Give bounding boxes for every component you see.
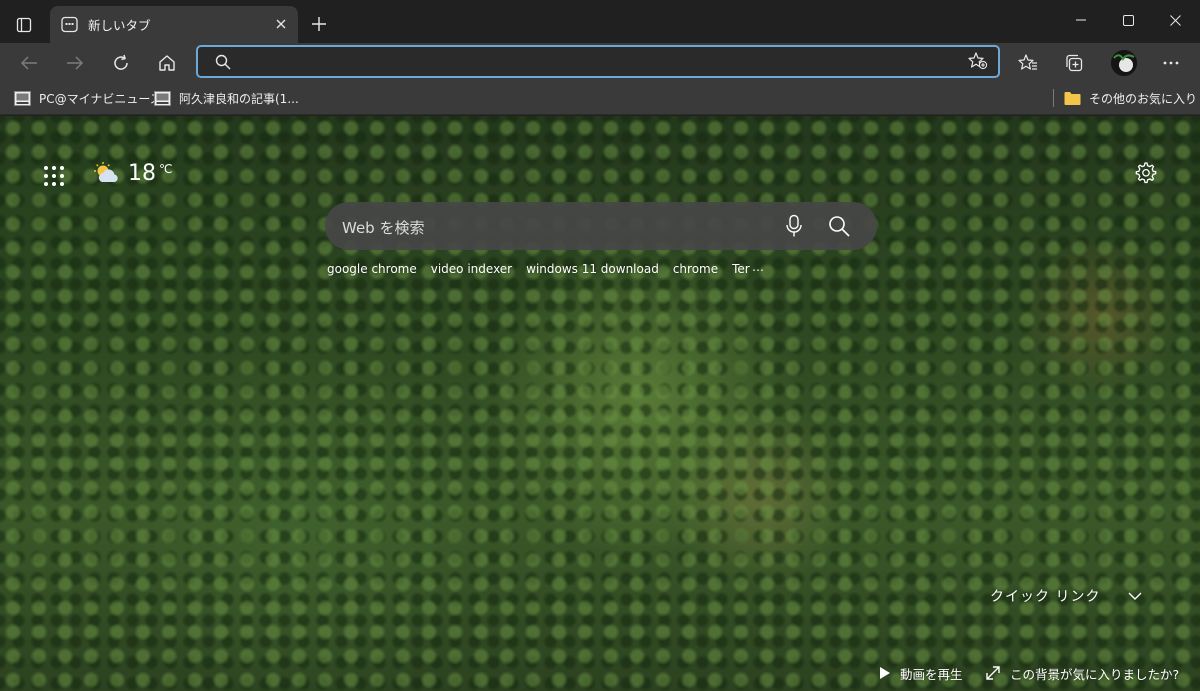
favorite-item-articles[interactable]: 阿久津良和の記事(1...: [154, 87, 299, 109]
tab-title: 新しいタブ: [88, 18, 151, 33]
tab-actions-button[interactable]: [10, 11, 38, 39]
apps-grid-icon: [60, 182, 64, 186]
arrow-right-icon: [67, 56, 84, 70]
plus-icon: [312, 17, 326, 31]
profile-avatar[interactable]: [1111, 50, 1137, 76]
more-menu-button[interactable]: [1155, 47, 1187, 79]
minimize-icon: [1076, 19, 1086, 21]
web-search-box[interactable]: Web を検索: [325, 202, 877, 250]
favorites-button[interactable]: [1012, 47, 1044, 79]
apps-grid-icon: [52, 182, 56, 186]
other-favorites-label: その他のお気に入り: [1089, 91, 1198, 106]
trending-more-button[interactable]: …: [752, 260, 765, 274]
site-favicon-icon: [14, 90, 31, 106]
page-settings-button[interactable]: [1135, 162, 1159, 186]
chevron-down-icon: [1128, 592, 1142, 600]
collections-icon: [1066, 54, 1083, 72]
folder-icon: [1064, 91, 1081, 105]
avatar-image-icon: [1111, 50, 1137, 76]
home-button[interactable]: [151, 47, 183, 79]
trending-search-item[interactable]: Ter: [732, 262, 750, 276]
trending-search-item[interactable]: video indexer: [431, 262, 512, 276]
trending-search-item[interactable]: chrome: [673, 262, 718, 276]
more-horizontal-icon: [1163, 61, 1179, 65]
partly-cloudy-icon: [94, 162, 118, 182]
arrow-left-icon: [20, 56, 37, 70]
star-add-icon: [968, 52, 988, 70]
close-window-button[interactable]: [1152, 0, 1198, 40]
search-icon: [829, 216, 850, 237]
new-tab-page: 18 ℃ Web を検索 google chrome video indexer…: [0, 116, 1200, 691]
minimize-button[interactable]: [1058, 0, 1104, 40]
background-feedback-button[interactable]: この背景が気に入りましたか?: [986, 663, 1179, 683]
forward-button[interactable]: [59, 47, 91, 79]
apps-grid-icon: [44, 174, 48, 178]
app-launcher-button[interactable]: [42, 164, 66, 188]
address-input[interactable]: [238, 50, 958, 74]
apps-grid-icon: [60, 174, 64, 178]
gear-icon: [1135, 162, 1157, 184]
background-feedback-label: この背景が気に入りましたか?: [1010, 666, 1180, 682]
close-icon: [276, 19, 286, 29]
weather-widget[interactable]: 18 ℃: [94, 158, 172, 188]
apps-grid-icon: [52, 174, 56, 178]
weather-unit: ℃: [159, 162, 173, 176]
collections-button[interactable]: [1058, 47, 1090, 79]
other-favorites-folder[interactable]: その他のお気に入り: [1064, 87, 1197, 109]
maximize-button[interactable]: [1105, 0, 1151, 40]
close-icon: [1169, 14, 1181, 26]
maximize-icon: [1122, 14, 1134, 26]
trending-search-item[interactable]: windows 11 download: [526, 262, 659, 276]
home-icon: [159, 55, 175, 71]
search-icon: [215, 54, 231, 70]
quick-links-label: クイック リンク: [990, 589, 1101, 605]
voice-search-button[interactable]: [783, 214, 805, 238]
tab-actions-icon: [16, 17, 32, 33]
tab-new-tab[interactable]: 新しいタブ: [50, 6, 298, 43]
new-tab-favicon-icon: [61, 16, 78, 33]
favorites-bar: PC@マイナビニュース 阿久津良和の記事(1... その他のお気に入り: [0, 83, 1200, 115]
microphone-icon: [786, 214, 802, 237]
browser-window: 新しいタブ PC@マイナビニュース 阿久津良和の記事(1... その他のお気に入…: [0, 0, 1200, 691]
favorite-item-mynavi[interactable]: PC@マイナビニュース: [14, 87, 162, 109]
weather-temperature: 18: [128, 160, 156, 186]
add-favorite-button[interactable]: [968, 52, 988, 74]
tab-strip: 新しいタブ: [0, 0, 1200, 43]
search-placeholder: Web を検索: [342, 219, 425, 237]
favorite-label: 阿久津良和の記事(1...: [179, 91, 299, 106]
search-submit-button[interactable]: [827, 214, 851, 238]
trending-search-item[interactable]: google chrome: [327, 262, 417, 276]
favorites-list-icon: [1018, 54, 1037, 70]
apps-grid-icon: [60, 166, 64, 170]
apps-grid-icon: [44, 166, 48, 170]
trending-searches: google chrome video indexer windows 11 d…: [327, 260, 764, 278]
back-button[interactable]: [13, 47, 45, 79]
play-video-label: 動画を再生: [900, 666, 963, 682]
apps-grid-icon: [52, 166, 56, 170]
expand-arrows-icon: [986, 666, 1000, 680]
play-icon: [880, 667, 890, 679]
quick-links-toggle[interactable]: クイック リンク: [990, 586, 1142, 606]
new-tab-button[interactable]: [306, 11, 332, 37]
favorites-divider: [1053, 89, 1054, 107]
refresh-button[interactable]: [105, 47, 137, 79]
play-video-button[interactable]: 動画を再生: [880, 663, 963, 683]
refresh-icon: [114, 54, 128, 70]
address-bar[interactable]: [196, 45, 1000, 78]
toolbar: [0, 43, 1200, 83]
favorite-label: PC@マイナビニュース: [39, 91, 162, 106]
site-favicon-icon: [154, 90, 171, 106]
apps-grid-icon: [44, 182, 48, 186]
close-tab-button[interactable]: [270, 13, 292, 35]
